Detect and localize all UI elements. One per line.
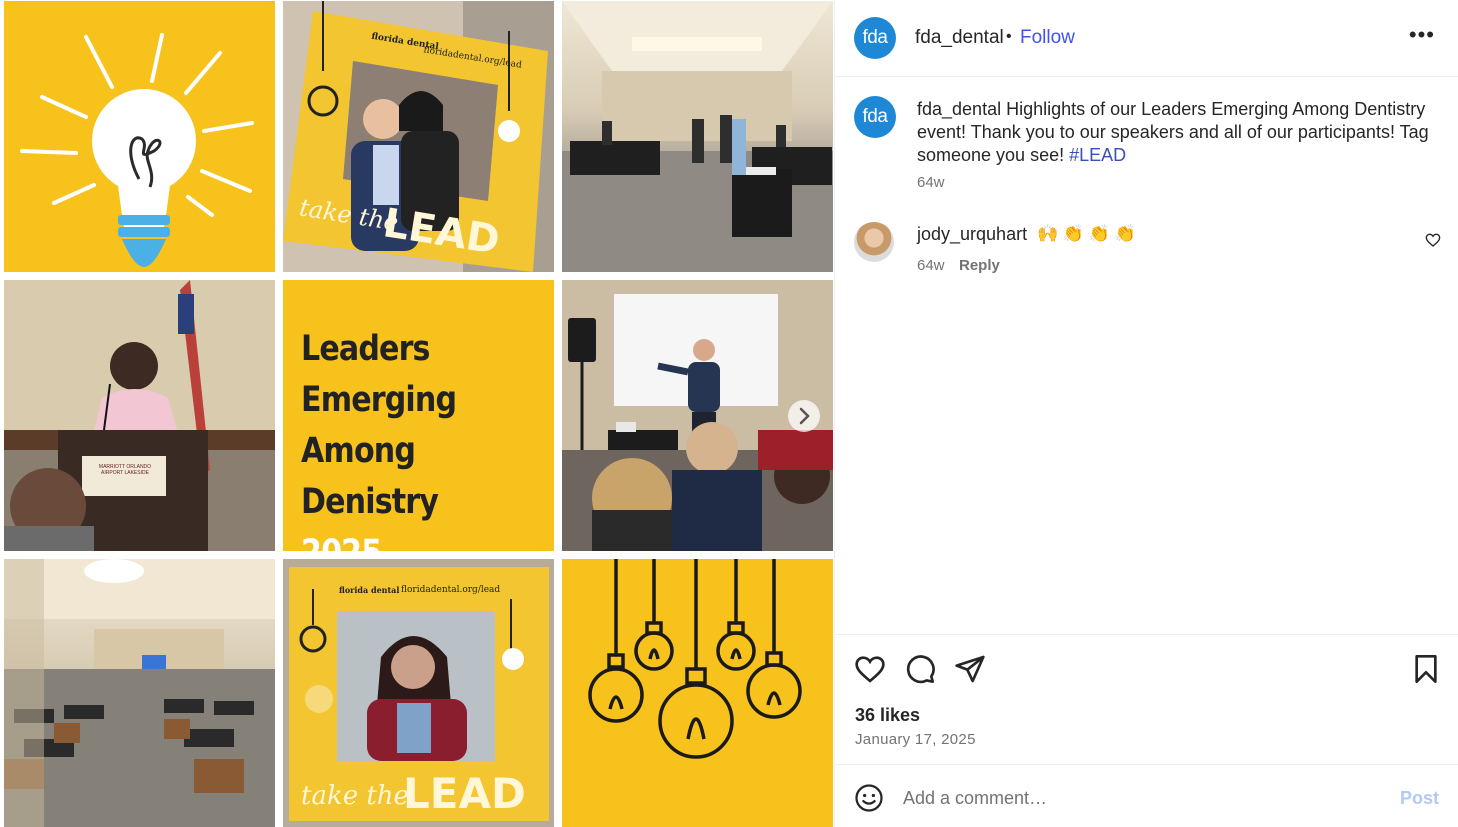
post-actions: 36 likes January 17, 2025 (835, 634, 1458, 764)
podium-speaker-tile: MARRIOTT ORLANDO AIRPORT LAKESIDE (4, 280, 275, 551)
event-title-line-3: Among Denistry (301, 431, 439, 522)
ballroom-audience-tile (4, 559, 275, 827)
conference-room-tile (562, 1, 833, 272)
caption-hashtag[interactable]: #LEAD (1069, 145, 1126, 165)
like-heart-icon[interactable] (854, 653, 886, 685)
event-title-text: Leaders Emerging Among Denistry 2025 (301, 324, 516, 551)
save-bookmark-icon[interactable] (1410, 653, 1442, 685)
post-detail-panel: fda fda_dental • Follow ••• fda fda_dent… (834, 0, 1458, 827)
caption-body: fda_dental Highlights of our Leaders Eme… (917, 98, 1437, 167)
frame2-url-label: floridadental.org/lead (401, 585, 501, 595)
event-title-line-1: Leaders (301, 329, 430, 369)
separator-dot: • (1006, 28, 1012, 45)
comment-bubble-icon[interactable] (904, 653, 936, 685)
follow-button[interactable]: Follow (1020, 27, 1075, 49)
hanging-bulbs-icon (588, 559, 802, 759)
comment-text: 🙌 👏 👏 👏 (1037, 224, 1136, 243)
carousel-next-button[interactable] (788, 400, 820, 432)
podium-illustration (4, 280, 275, 551)
emoji-smiley-icon[interactable] (854, 783, 884, 813)
post-date: January 17, 2025 (855, 731, 976, 748)
caption-username[interactable]: fda_dental (917, 99, 1001, 119)
ballroom-illustration (4, 559, 275, 827)
post-comment-button[interactable]: Post (1400, 788, 1439, 809)
chevron-right-icon (799, 407, 810, 425)
event-title-tile: Leaders Emerging Among Denistry 2025 (283, 280, 554, 551)
frame2-take-label: take the (301, 781, 409, 811)
commenter-username[interactable]: jody_urquhart (917, 224, 1027, 245)
lightbulb-graphic-tile (4, 1, 275, 272)
event-title-line-2: Emerging (301, 380, 457, 420)
room-illustration (562, 1, 833, 272)
add-comment-bar: Post (835, 764, 1458, 827)
more-options-icon[interactable]: ••• (1409, 22, 1435, 48)
event-title-year: 2025 (301, 528, 516, 551)
share-send-icon[interactable] (954, 653, 986, 685)
photo-frame-duo-tile: florida dental floridadental.org/lead ta… (283, 1, 554, 272)
commenter-avatar[interactable] (854, 222, 894, 262)
comment-input[interactable] (903, 785, 1383, 811)
author-username[interactable]: fda_dental (915, 27, 1004, 49)
comment-like-heart-icon[interactable] (1425, 232, 1441, 248)
frame2-brand-label: florida dental (339, 585, 400, 595)
lightbulb-rays-icon (20, 33, 254, 267)
caption-avatar[interactable]: fda (854, 96, 896, 138)
post-header: fda fda_dental • Follow ••• (835, 0, 1458, 77)
frame2-lead-label: LEAD (403, 769, 526, 818)
comment-item: jody_urquhart 🙌 👏 👏 👏 64w Reply (835, 220, 1458, 280)
comment-timestamp[interactable]: 64w (917, 257, 945, 274)
hanging-bulbs-tile (562, 559, 833, 827)
caption-timestamp[interactable]: 64w (917, 174, 945, 191)
likes-count[interactable]: 36 likes (855, 705, 920, 726)
photo-frame-single-tile: florida dental floridadental.org/lead ta… (283, 559, 554, 827)
post-media-collage[interactable]: florida dental floridadental.org/lead ta… (0, 0, 834, 827)
author-avatar[interactable]: fda (854, 17, 896, 59)
podium-hotel-label: MARRIOTT ORLANDO AIRPORT LAKESIDE (98, 464, 152, 476)
reply-button[interactable]: Reply (959, 257, 1000, 274)
